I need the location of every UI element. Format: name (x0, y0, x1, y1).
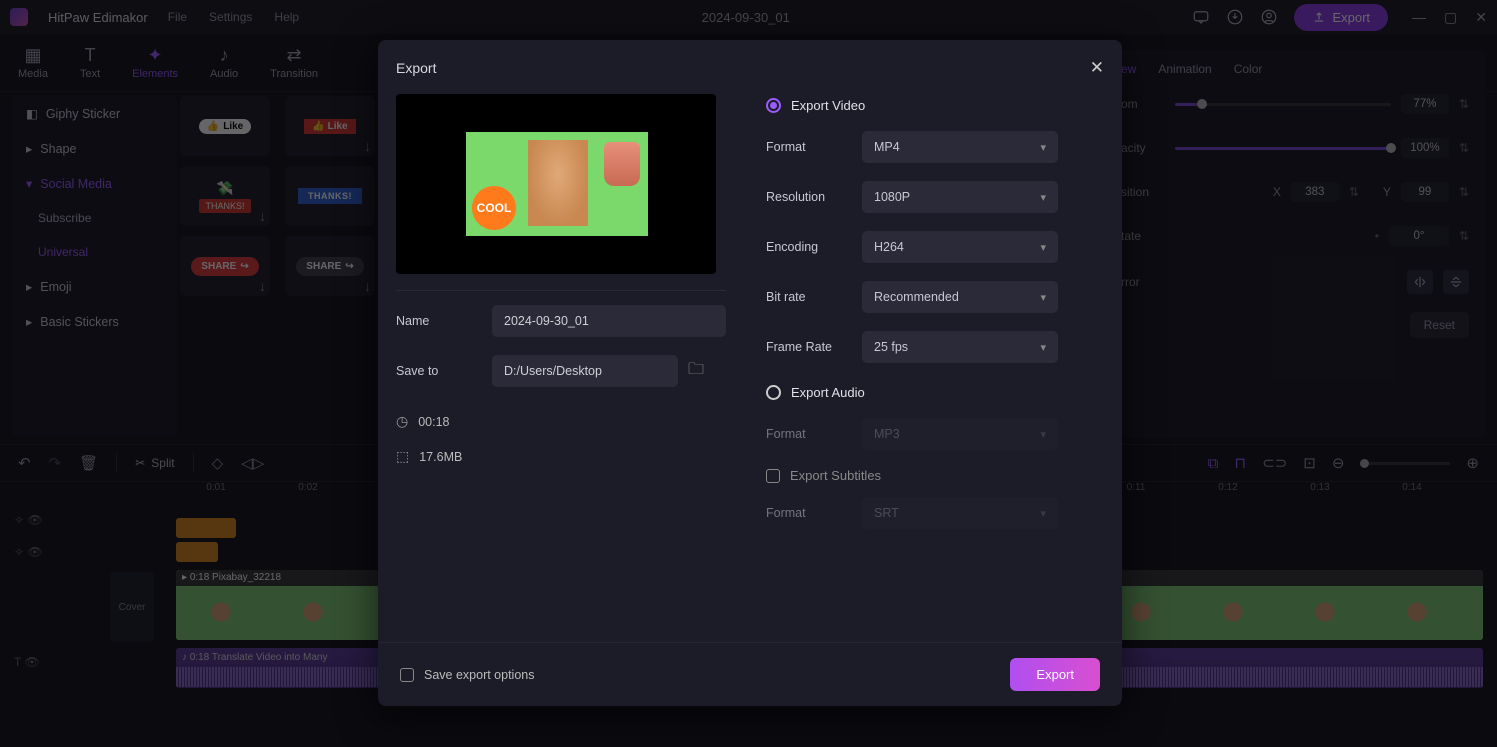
bitrate-select[interactable]: Recommended▾ (862, 281, 1058, 313)
audio-format-select: MP3▾ (862, 418, 1058, 450)
clock-icon: ◷ (396, 413, 408, 430)
disk-icon: ⬚ (396, 448, 409, 465)
chevron-down-icon: ▾ (1040, 141, 1046, 154)
chevron-down-icon: ▾ (1040, 341, 1046, 354)
filesize-value: 17.6MB (419, 450, 462, 464)
export-audio-radio[interactable] (766, 385, 781, 400)
resolution-select[interactable]: 1080P▾ (862, 181, 1058, 213)
encoding-select[interactable]: H264▾ (862, 231, 1058, 263)
modal-close-button[interactable]: ✕ (1090, 58, 1104, 78)
export-video-radio[interactable] (766, 98, 781, 113)
sub-format-select: SRT▾ (862, 497, 1058, 529)
name-label: Name (396, 314, 482, 328)
chevron-down-icon: ▾ (1040, 241, 1046, 254)
export-audio-label: Export Audio (791, 385, 865, 400)
framerate-select[interactable]: 25 fps▾ (862, 331, 1058, 363)
encoding-label: Encoding (766, 240, 852, 254)
chevron-down-icon: ▾ (1040, 291, 1046, 304)
export-confirm-button[interactable]: Export (1010, 658, 1100, 691)
resolution-label: Resolution (766, 190, 852, 204)
audio-format-label: Format (766, 427, 852, 441)
format-select[interactable]: MP4▾ (862, 131, 1058, 163)
framerate-label: Frame Rate (766, 340, 852, 354)
export-video-label: Export Video (791, 98, 865, 113)
save-options-label: Save export options (424, 668, 535, 682)
saveto-input[interactable] (492, 355, 678, 387)
duration-value: 00:18 (418, 415, 449, 429)
bitrate-label: Bit rate (766, 290, 852, 304)
save-options-checkbox[interactable] (400, 668, 414, 682)
format-label: Format (766, 140, 852, 154)
export-subtitles-label: Export Subtitles (790, 468, 881, 483)
folder-icon[interactable]: 🗀 (688, 358, 710, 385)
saveto-label: Save to (396, 364, 482, 378)
name-input[interactable] (492, 305, 726, 337)
export-subtitles-checkbox[interactable] (766, 469, 780, 483)
export-preview: COOL (396, 94, 716, 274)
modal-title: Export (396, 60, 436, 76)
sub-format-label: Format (766, 506, 852, 520)
export-modal: Export ✕ COOL Name Save to 🗀 ◷ 00:18 ⬚ 17.6… (378, 40, 1122, 706)
chevron-down-icon: ▾ (1040, 191, 1046, 204)
